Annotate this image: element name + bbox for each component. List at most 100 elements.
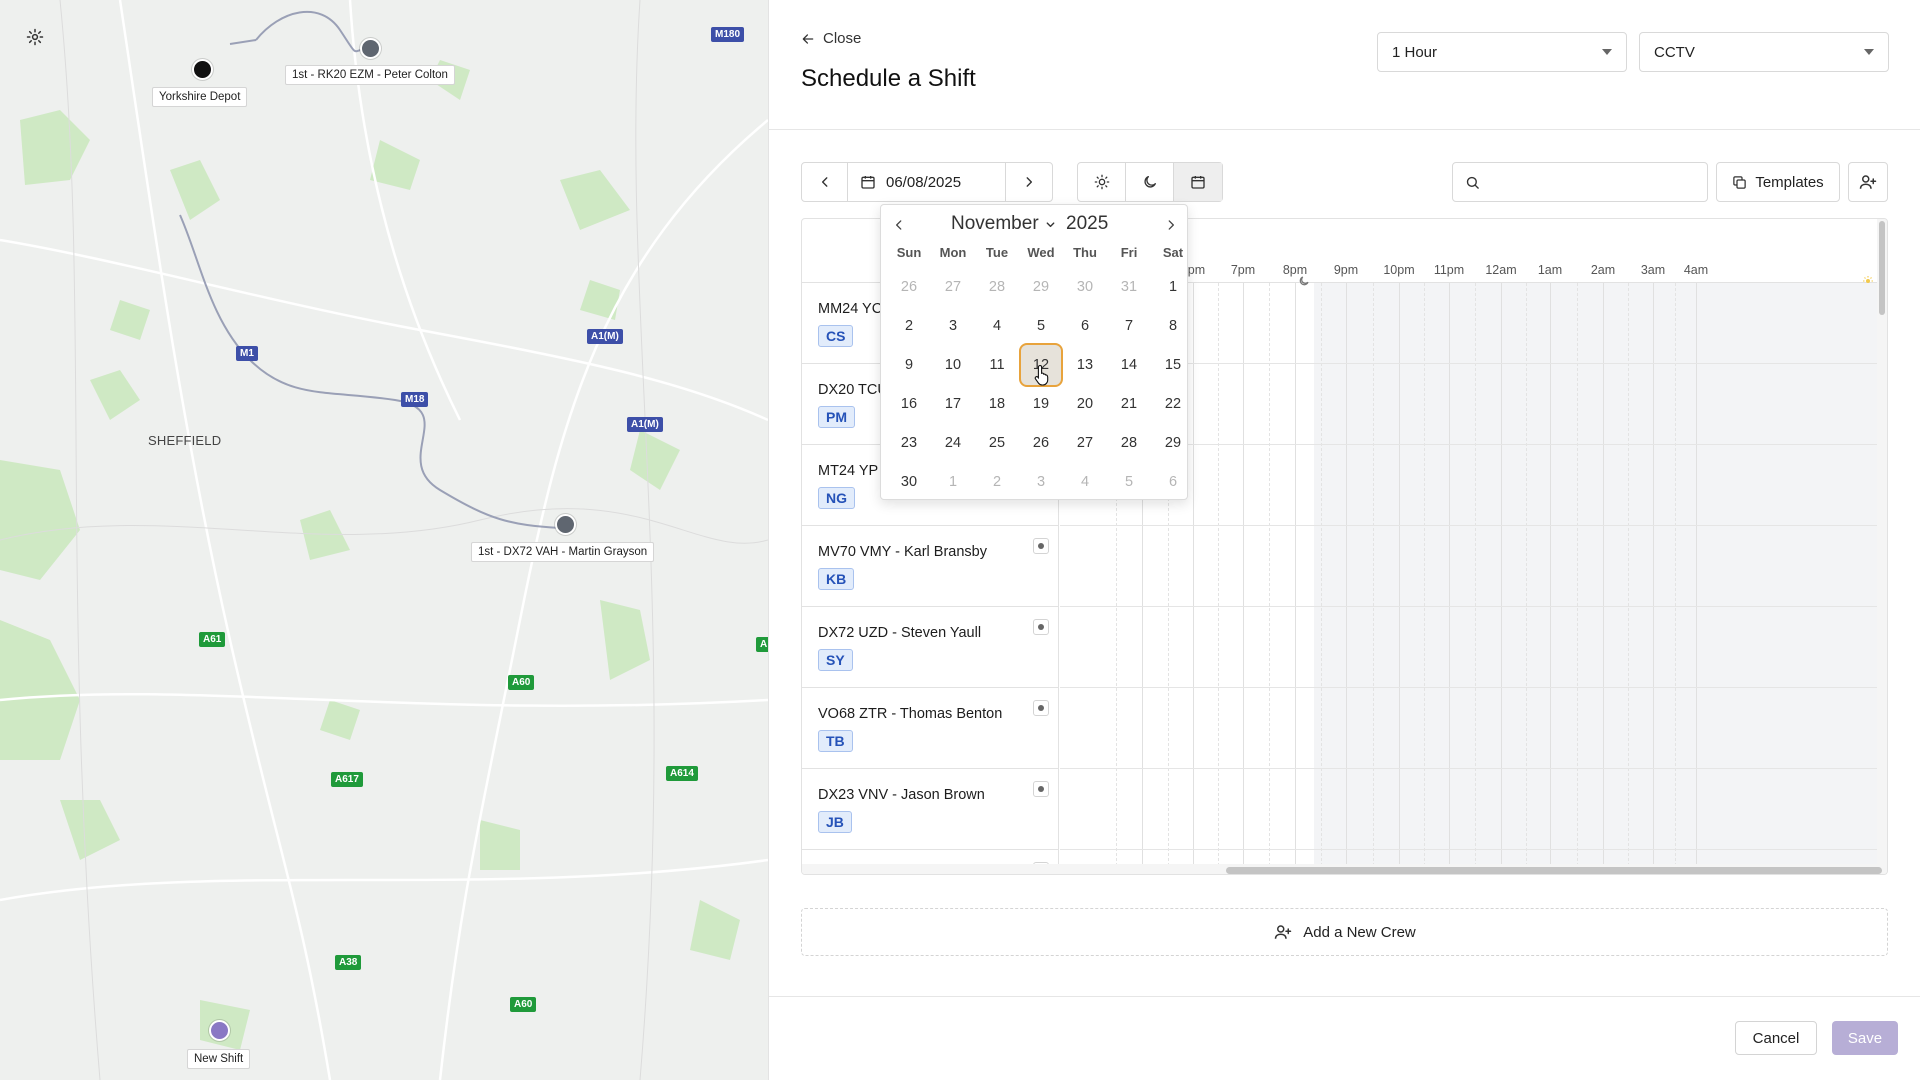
- duration-select[interactable]: 1 Hour: [1377, 32, 1627, 72]
- calendar-day[interactable]: 29: [1151, 427, 1195, 459]
- crew-row[interactable]: MV70 VMY - Karl Bransby KB: [802, 526, 1059, 607]
- calendar-day[interactable]: 6: [1063, 310, 1107, 342]
- search-icon: [1466, 176, 1479, 189]
- crew-name: MM24 YC: [818, 301, 883, 317]
- add-new-crew-button[interactable]: Add a New Crew: [801, 908, 1888, 956]
- calendar-day[interactable]: 8: [1151, 310, 1195, 342]
- calendar-day-number: 27: [1076, 435, 1094, 451]
- search-input[interactable]: [1490, 174, 1690, 190]
- calendar-day[interactable]: 2: [975, 466, 1019, 498]
- calendar-day[interactable]: 5: [1107, 466, 1151, 498]
- crew-row[interactable]: VO68 ZTR - Thomas Benton TB: [802, 688, 1059, 769]
- calendar-day[interactable]: 3: [1019, 466, 1063, 498]
- calendar-day-number: 12: [1019, 343, 1063, 387]
- crew-initials-badge: TB: [818, 730, 853, 752]
- calendar-day-number: 24: [944, 435, 962, 451]
- calendar-day-number: 6: [1168, 474, 1178, 490]
- calendar-day[interactable]: 17: [931, 388, 975, 420]
- calendar-day[interactable]: 7: [1107, 310, 1151, 342]
- crew-status-indicator[interactable]: [1033, 619, 1049, 635]
- crew-status-indicator[interactable]: [1033, 538, 1049, 554]
- settings-button[interactable]: [20, 22, 50, 52]
- calendar-day[interactable]: 19: [1019, 388, 1063, 420]
- calendar-view-button[interactable]: [1174, 163, 1222, 201]
- panel-header: Close Schedule a Shift 1 Hour CCTV: [769, 0, 1920, 130]
- calendar-day[interactable]: 27: [931, 271, 975, 303]
- calendar-day[interactable]: 20: [1063, 388, 1107, 420]
- calendar-day[interactable]: 26: [887, 271, 931, 303]
- calendar-day[interactable]: 25: [975, 427, 1019, 459]
- calendar-day[interactable]: 4: [1063, 466, 1107, 498]
- templates-button[interactable]: Templates: [1716, 162, 1840, 202]
- road-shield: A: [756, 637, 768, 652]
- calendar-day[interactable]: 2: [887, 310, 931, 342]
- crew-initials-badge: SY: [818, 649, 853, 671]
- calendar-day[interactable]: 16: [887, 388, 931, 420]
- calendar-day[interactable]: 28: [1107, 427, 1151, 459]
- next-day-button[interactable]: [1006, 163, 1052, 201]
- calendar-day-number: 18: [988, 396, 1006, 412]
- calendar-day[interactable]: 22: [1151, 388, 1195, 420]
- date-picker-field[interactable]: 06/08/2025: [848, 163, 1006, 201]
- map[interactable]: SHEFFIELD M180 M1 M18 A1(M) A1(M) A61 A6…: [0, 0, 768, 1080]
- add-user-button[interactable]: [1848, 162, 1888, 202]
- calendar-day[interactable]: 10: [931, 349, 975, 381]
- map-background: [0, 0, 768, 1080]
- save-button[interactable]: Save: [1832, 1021, 1898, 1055]
- calendar-day[interactable]: 15: [1151, 349, 1195, 381]
- calendar-day[interactable]: 24: [931, 427, 975, 459]
- calendar-day-number: 21: [1120, 396, 1138, 412]
- previous-month-button[interactable]: [887, 213, 911, 237]
- vertical-scrollbar[interactable]: [1877, 219, 1887, 864]
- crew-row[interactable]: DX72 UZD - Steven Yaull SY: [802, 607, 1059, 688]
- crew-initials-badge: CS: [818, 325, 854, 347]
- horizontal-scrollbar[interactable]: [802, 864, 1887, 874]
- shift-type-select[interactable]: CCTV: [1639, 32, 1889, 72]
- scrollbar-thumb[interactable]: [1226, 867, 1882, 874]
- calendar-day[interactable]: 3: [931, 310, 975, 342]
- calendar-day[interactable]: 26: [1019, 427, 1063, 459]
- calendar-day[interactable]: 28: [975, 271, 1019, 303]
- map-marker-new-shift[interactable]: [209, 1020, 230, 1041]
- calendar-day[interactable]: 1: [1151, 271, 1195, 303]
- map-marker-vehicle[interactable]: [360, 38, 381, 59]
- calendar-day[interactable]: 30: [1063, 271, 1107, 303]
- map-marker-depot[interactable]: [192, 59, 213, 80]
- calendar-day-selected[interactable]: 12: [1019, 343, 1063, 387]
- night-view-button[interactable]: [1126, 163, 1174, 201]
- calendar-day[interactable]: 18: [975, 388, 1019, 420]
- calendar-day[interactable]: 23: [887, 427, 931, 459]
- calendar-day-number: 30: [900, 474, 918, 490]
- calendar-day[interactable]: 21: [1107, 388, 1151, 420]
- calendar-day[interactable]: 27: [1063, 427, 1107, 459]
- chevron-right-icon: [1026, 177, 1033, 187]
- calendar-day[interactable]: 11: [975, 349, 1019, 381]
- crew-status-indicator[interactable]: [1033, 700, 1049, 716]
- calendar-day[interactable]: 9: [887, 349, 931, 381]
- timeline-row[interactable]: [1060, 688, 1887, 769]
- map-marker-vehicle[interactable]: [555, 514, 576, 535]
- month-select[interactable]: November: [951, 213, 1056, 235]
- calendar-day[interactable]: 6: [1151, 466, 1195, 498]
- timeline-row[interactable]: [1060, 769, 1887, 850]
- timeline-row[interactable]: [1060, 607, 1887, 688]
- calendar-day[interactable]: 1: [931, 466, 975, 498]
- year-label[interactable]: 2025: [1066, 213, 1108, 235]
- calendar-day[interactable]: 4: [975, 310, 1019, 342]
- next-month-button[interactable]: [1159, 213, 1183, 237]
- calendar-day[interactable]: 13: [1063, 349, 1107, 381]
- calendar-day[interactable]: 30: [887, 466, 931, 498]
- arrow-left-icon: [802, 33, 814, 44]
- day-view-button[interactable]: [1078, 163, 1126, 201]
- scrollbar-thumb[interactable]: [1879, 221, 1885, 315]
- calendar-day[interactable]: 29: [1019, 271, 1063, 303]
- timeline-row[interactable]: [1060, 526, 1887, 607]
- calendar-day[interactable]: 5: [1019, 310, 1063, 342]
- cancel-button[interactable]: Cancel: [1735, 1021, 1817, 1055]
- previous-day-button[interactable]: [802, 163, 848, 201]
- crew-row[interactable]: DX23 VNV - Jason Brown JB: [802, 769, 1059, 850]
- crew-status-indicator[interactable]: [1033, 781, 1049, 797]
- calendar-day[interactable]: 14: [1107, 349, 1151, 381]
- calendar-day[interactable]: 31: [1107, 271, 1151, 303]
- close-button[interactable]: Close: [801, 30, 861, 47]
